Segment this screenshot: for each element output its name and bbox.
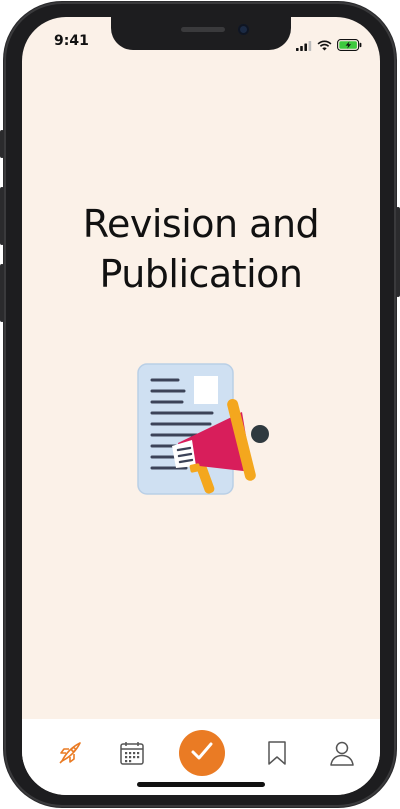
signal-icon [296,36,312,55]
volume-up-button [0,187,4,245]
bookmark-icon [265,739,289,771]
battery-icon [337,36,362,55]
tab-rocket[interactable] [50,735,90,775]
power-button [396,207,400,297]
tab-bookmark[interactable] [257,735,297,775]
status-time: 9:41 [54,33,89,49]
rocket-icon [56,739,84,771]
notch [111,17,291,50]
speaker [181,27,225,32]
screen: 9:41 Revision and Publication [22,17,380,795]
front-camera [238,24,249,35]
phone-frame: 9:41 Revision and Publication [0,2,400,807]
home-indicator [137,782,265,787]
profile-icon [328,739,356,771]
volume-down-button [0,264,4,322]
tab-profile[interactable] [322,735,362,775]
page-title: Revision and Publication [82,202,320,296]
status-icons [296,36,362,55]
calendar-icon [119,740,145,770]
mute-switch [0,130,4,158]
wifi-icon [317,36,332,55]
tab-check[interactable] [179,730,225,776]
tab-calendar[interactable] [112,735,152,775]
check-icon [188,737,216,769]
document-megaphone-icon [134,360,274,500]
